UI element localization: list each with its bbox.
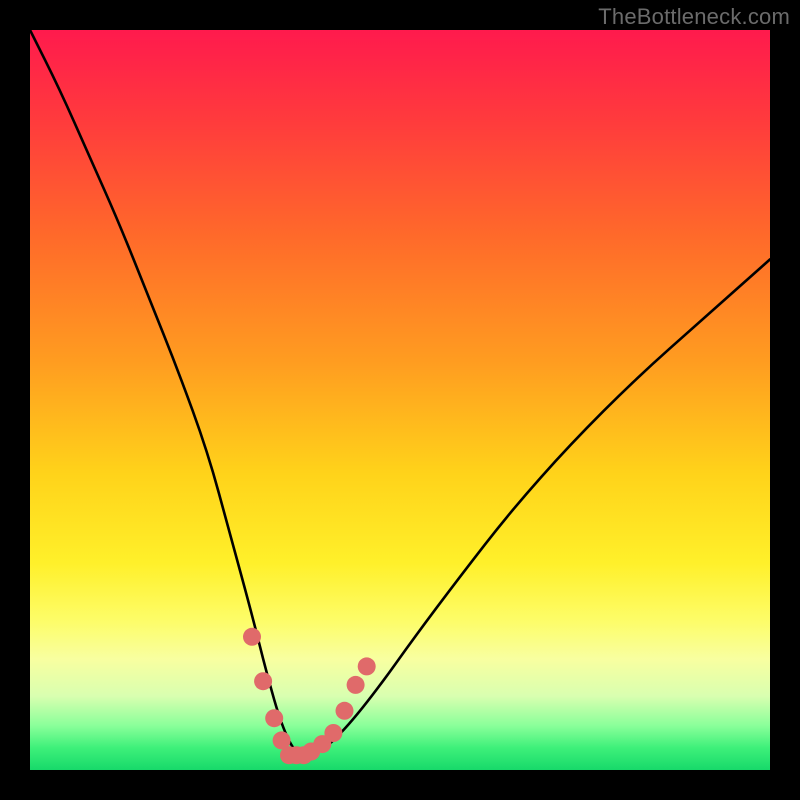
marker-point [358,657,376,675]
marker-point [347,676,365,694]
marker-point [265,709,283,727]
marker-point [336,702,354,720]
watermark-text: TheBottleneck.com [598,4,790,30]
marker-point [254,672,272,690]
plot-area [30,30,770,770]
chart-frame: TheBottleneck.com [0,0,800,800]
highlight-markers [243,628,376,764]
curve-layer [30,30,770,770]
marker-point [243,628,261,646]
marker-point [324,724,342,742]
bottleneck-curve [30,30,770,755]
